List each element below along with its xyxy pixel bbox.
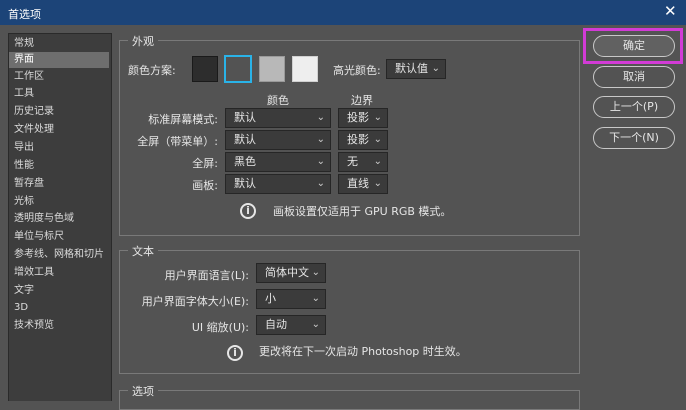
highlight-color-value: 默认值 bbox=[395, 62, 428, 75]
full-screen-menus-border-value: 投影 bbox=[347, 133, 369, 146]
sidebar-item-transparency-gamut[interactable]: 透明度与色域 bbox=[9, 211, 109, 227]
ui-scaling-select[interactable]: 自动 ⌄ bbox=[256, 315, 326, 335]
standard-screen-mode-label: 标准屏幕模式: bbox=[148, 113, 218, 126]
color-theme-swatch-medium-light[interactable] bbox=[259, 56, 285, 82]
text-group-title: 文本 bbox=[128, 243, 158, 259]
sidebar-item-tools[interactable]: 工具 bbox=[9, 86, 109, 102]
sidebar-item-scratch-disks[interactable]: 暂存盘 bbox=[9, 176, 109, 192]
full-screen-menus-label: 全屏（带菜单）: bbox=[137, 135, 218, 148]
sidebar-item-interface[interactable]: 界面 bbox=[9, 52, 109, 68]
chevron-down-icon: ⌄ bbox=[373, 134, 382, 145]
sidebar-item-file-handling[interactable]: 文件处理 bbox=[9, 122, 109, 138]
sidebar-item-guides-grid-slices[interactable]: 参考线、网格和切片 bbox=[9, 247, 109, 263]
info-icon: i bbox=[227, 345, 243, 361]
ok-button[interactable]: 确定 bbox=[593, 35, 675, 57]
sidebar-item-technology-previews[interactable]: 技术预览 bbox=[9, 318, 109, 334]
full-screen-menus-color-value: 默认 bbox=[234, 133, 256, 146]
ui-font-size-label: 用户界面字体大小(E): bbox=[141, 295, 249, 308]
chevron-down-icon: ⌄ bbox=[311, 267, 320, 278]
full-screen-color-value: 黑色 bbox=[234, 155, 256, 168]
color-theme-swatch-lightest[interactable] bbox=[292, 56, 318, 82]
chevron-down-icon: ⌄ bbox=[311, 319, 320, 330]
color-theme-swatch-medium-dark[interactable] bbox=[224, 55, 252, 83]
color-column-header: 颜色 bbox=[267, 94, 289, 107]
artboards-color-value: 默认 bbox=[234, 177, 256, 190]
chevron-down-icon: ⌄ bbox=[316, 156, 325, 167]
full-screen-color-select[interactable]: 黑色 ⌄ bbox=[225, 152, 331, 172]
full-screen-menus-color-select[interactable]: 默认 ⌄ bbox=[225, 130, 331, 150]
sidebar-item-plugins[interactable]: 增效工具 bbox=[9, 265, 109, 281]
color-theme-swatch-darkest[interactable] bbox=[192, 56, 218, 82]
info-icon: i bbox=[240, 203, 256, 219]
ui-font-size-value: 小 bbox=[265, 292, 276, 305]
standard-screen-mode-border-value: 投影 bbox=[347, 111, 369, 124]
sidebar-item-type[interactable]: 文字 bbox=[9, 283, 109, 299]
chevron-down-icon: ⌄ bbox=[431, 63, 440, 74]
options-group-title: 选项 bbox=[128, 383, 158, 399]
artboards-label: 画板: bbox=[192, 179, 218, 192]
sidebar-item-performance[interactable]: 性能 bbox=[9, 158, 109, 174]
full-screen-menus-border-select[interactable]: 投影 ⌄ bbox=[338, 130, 388, 150]
restart-note: 更改将在下一次启动 Photoshop 时生效。 bbox=[259, 345, 467, 358]
ui-language-label: 用户界面语言(L): bbox=[164, 269, 249, 282]
standard-screen-mode-color-value: 默认 bbox=[234, 111, 256, 124]
title-bar: 首选项 ✕ bbox=[0, 0, 686, 25]
color-theme-label: 颜色方案: bbox=[128, 64, 176, 77]
chevron-down-icon: ⌄ bbox=[373, 156, 382, 167]
window-title: 首选项 bbox=[8, 8, 41, 21]
artboards-border-value: 直线 bbox=[347, 177, 369, 190]
ui-scaling-value: 自动 bbox=[265, 318, 287, 331]
cancel-button[interactable]: 取消 bbox=[593, 66, 675, 88]
chevron-down-icon: ⌄ bbox=[373, 178, 382, 189]
standard-screen-mode-border-select[interactable]: 投影 ⌄ bbox=[338, 108, 388, 128]
border-column-header: 边界 bbox=[351, 94, 373, 107]
full-screen-label: 全屏: bbox=[192, 157, 218, 170]
appearance-group-title: 外观 bbox=[128, 33, 158, 49]
ui-scaling-label: UI 缩放(U): bbox=[191, 321, 249, 334]
chevron-down-icon: ⌄ bbox=[373, 112, 382, 123]
highlight-color-label: 高光颜色: bbox=[333, 64, 381, 77]
next-button[interactable]: 下一个(N) bbox=[593, 127, 675, 149]
options-group bbox=[119, 390, 580, 410]
sidebar-item-cursors[interactable]: 光标 bbox=[9, 194, 109, 210]
artboards-color-select[interactable]: 默认 ⌄ bbox=[225, 174, 331, 194]
standard-screen-mode-color-select[interactable]: 默认 ⌄ bbox=[225, 108, 331, 128]
full-screen-border-select[interactable]: 无 ⌄ bbox=[338, 152, 388, 172]
artboard-note: 画板设置仅适用于 GPU RGB 模式。 bbox=[273, 205, 452, 218]
chevron-down-icon: ⌄ bbox=[316, 178, 325, 189]
sidebar-item-history[interactable]: 历史记录 bbox=[9, 104, 109, 120]
full-screen-border-value: 无 bbox=[347, 155, 358, 168]
ui-font-size-select[interactable]: 小 ⌄ bbox=[256, 289, 326, 309]
previous-button[interactable]: 上一个(P) bbox=[593, 96, 675, 118]
highlight-color-select[interactable]: 默认值 ⌄ bbox=[386, 59, 446, 79]
chevron-down-icon: ⌄ bbox=[316, 112, 325, 123]
chevron-down-icon: ⌄ bbox=[311, 293, 320, 304]
sidebar-item-general[interactable]: 常规 bbox=[9, 36, 109, 52]
ui-language-select[interactable]: 简体中文 ⌄ bbox=[256, 263, 326, 283]
ui-language-value: 简体中文 bbox=[265, 266, 309, 279]
chevron-down-icon: ⌄ bbox=[316, 134, 325, 145]
sidebar-item-units-rulers[interactable]: 单位与标尺 bbox=[9, 229, 109, 245]
sidebar-item-3d[interactable]: 3D bbox=[9, 300, 109, 316]
close-icon[interactable]: ✕ bbox=[664, 2, 677, 20]
sidebar-item-export[interactable]: 导出 bbox=[9, 140, 109, 156]
artboards-border-select[interactable]: 直线 ⌄ bbox=[338, 174, 388, 194]
sidebar-item-workspace[interactable]: 工作区 bbox=[9, 69, 109, 85]
preferences-category-list: 常规 界面 工作区 工具 历史记录 文件处理 导出 性能 暂存盘 光标 透明度与… bbox=[8, 33, 112, 401]
